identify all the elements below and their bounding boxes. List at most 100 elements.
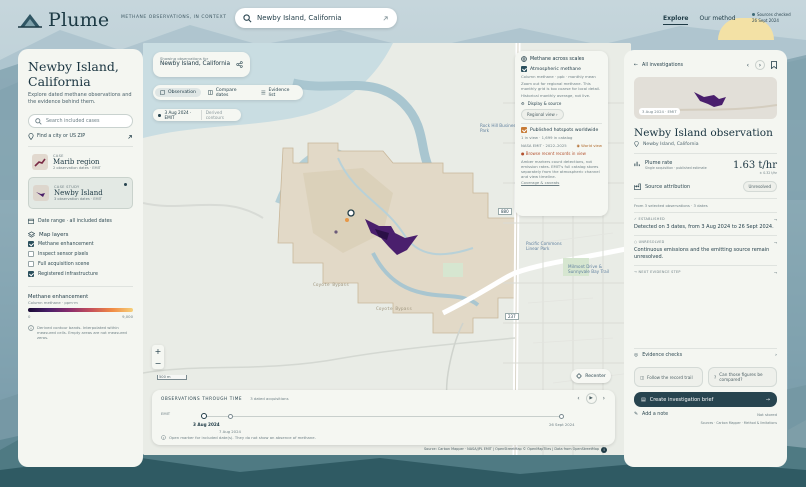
checkbox-acquisition[interactable] — [28, 261, 34, 267]
timeline-note-text: Open marker for included date(s). They d… — [169, 435, 316, 440]
browse-records-link[interactable]: ● Browse recent records in view — [521, 151, 602, 156]
hotspots-title: Published hotspots worldwide — [530, 127, 599, 133]
map-attribution: Source: Carbon Mapper · NASA/JPL EMIT | … — [424, 447, 600, 451]
prev-record-button[interactable]: ‹ — [747, 62, 749, 69]
timeline-panel: OBSERVATIONS THROUGH TIME 3 dated acquis… — [152, 390, 615, 445]
case-meta: 3 observation dates · EMIT — [54, 197, 102, 201]
date-range-filter[interactable]: Date range · all included dates — [28, 218, 133, 224]
right-panel-header: ← All investigations ‹ › — [634, 60, 777, 70]
evidence-summary: From 3 selected observations · 3 dates — [634, 203, 708, 208]
context-chip[interactable]: Showing observations for Newby Island, C… — [153, 52, 250, 77]
active-date-chip[interactable]: 3 Aug 2024 · EMIT Derived contours — [153, 109, 241, 121]
timeline-controls: ‹ ▶ › — [577, 393, 605, 404]
nav-method[interactable]: Our method — [699, 15, 735, 25]
attribution-row: Source attribution Unresolved — [634, 181, 777, 192]
arrow-right-icon: → — [765, 396, 770, 403]
location-search[interactable]: Newby Island, California — [235, 8, 397, 28]
active-date: 3 Aug 2024 · EMIT — [164, 110, 192, 120]
hotspots-meta: NASA EMIT · 2022–2025 — [521, 143, 567, 148]
layer-sensor-pixels[interactable]: Inspect sensor pixels — [28, 251, 133, 257]
atm-toggle[interactable]: Atmospheric methane — [521, 66, 602, 72]
search-icon — [35, 117, 42, 125]
main-nav: Explore Our method — [663, 15, 736, 25]
coverage-link[interactable]: Coverage & caveats — [521, 180, 602, 185]
evidence-checks-row[interactable]: ◎ Evidence checks › — [634, 353, 777, 358]
info-icon[interactable]: i — [601, 447, 607, 453]
recenter-button[interactable]: Recenter — [571, 369, 611, 383]
share-icon[interactable] — [236, 61, 243, 68]
checkbox-hotspots[interactable] — [521, 127, 527, 133]
arrow-up-right-icon[interactable] — [382, 15, 389, 22]
checkbox-atmospheric[interactable] — [521, 66, 527, 72]
follow-record-button[interactable]: ◫ Follow the record trail — [634, 367, 703, 387]
prev-date-button[interactable]: ‹ — [577, 395, 579, 402]
case-thumbnail — [32, 154, 48, 170]
next-record-button[interactable]: › — [755, 60, 765, 70]
timeline-date: 26 Sept 2024 — [549, 422, 575, 427]
world-view-button[interactable]: ◉ World view — [577, 143, 602, 148]
road-shield: 880 — [498, 208, 512, 215]
rate-sub: Single acquisition · published estimate — [645, 166, 707, 170]
regional-view-button[interactable]: Regional view › — [521, 109, 564, 120]
add-note-label: Add a note — [642, 412, 669, 417]
legend-note: Derived contour bands. Interpolated with… — [28, 325, 133, 340]
display-source: Display & source — [527, 101, 562, 106]
note-row: ✎ Add a note Not stored — [634, 412, 777, 417]
timeline-track[interactable] — [202, 416, 562, 417]
case-card-newby[interactable]: CASE STUDY Newby Island 3 observation da… — [28, 177, 133, 209]
next-date-button[interactable]: › — [603, 395, 605, 402]
scales-heading: Methane across scales — [521, 56, 602, 62]
checkbox-infrastructure[interactable] — [28, 271, 34, 277]
sources-date: 26 Sept 2024 — [752, 18, 779, 23]
gear-icon: ⚙ — [521, 101, 525, 106]
legend-subtitle: Column methane · ppm·m — [28, 300, 78, 305]
add-note-button[interactable]: ✎ Add a note — [634, 412, 668, 417]
next-step-kicker: NEXT EVIDENCE STEP — [638, 270, 681, 274]
layer-acquisition[interactable]: Full acquisition scene — [28, 261, 133, 267]
legend-min: 0 — [28, 314, 31, 319]
case-search-input[interactable]: Search included cases — [28, 114, 133, 128]
compare-figures-button[interactable]: ? Can those figures be compared? — [708, 367, 777, 387]
app-tagline: METHANE OBSERVATIONS, IN CONTEXT — [121, 15, 227, 20]
timeline-marker[interactable] — [559, 414, 564, 419]
create-brief-button[interactable]: ▤ Create investigation brief → — [634, 392, 777, 407]
checkbox-sensor-pixels[interactable] — [28, 251, 34, 257]
next-step-section[interactable]: → NEXT EVIDENCE STEP → — [634, 270, 777, 275]
established-section[interactable]: ✓ ESTABLISHED → — [634, 217, 777, 222]
back-to-investigations[interactable]: ← All investigations — [634, 63, 683, 68]
case-meta: 2 observation dates · EMIT — [53, 166, 101, 170]
zoom-in-button[interactable]: + — [155, 347, 162, 356]
calendar-icon — [28, 218, 34, 224]
layer-infrastructure[interactable]: Registered infrastructure — [28, 271, 133, 277]
map-place-label: Rock Hill Business Park — [480, 123, 518, 133]
search-input[interactable]: Newby Island, California — [257, 14, 377, 22]
sources-label: Sources checked — [757, 12, 791, 17]
layer-methane[interactable]: Methane enhancement — [28, 241, 133, 247]
logo[interactable]: Plume — [18, 9, 109, 31]
case-card-marib[interactable]: CASE Marib region 2 observation dates · … — [28, 152, 133, 172]
timeline-marker[interactable] — [228, 414, 233, 419]
tab-observation[interactable]: Observation — [155, 88, 201, 97]
unresolved-section[interactable]: ○ UNRESOLVED → — [634, 240, 777, 245]
tab-evidence-list[interactable]: Evidence list — [256, 86, 301, 100]
observation-thumbnail: 3 Aug 2024 · EMIT — [634, 77, 777, 119]
attribution-label: Source attribution — [645, 183, 691, 190]
zoom-out-button[interactable]: − — [155, 359, 162, 368]
nav-explore[interactable]: Explore — [663, 15, 689, 25]
display-source-toggle[interactable]: ⚙ Display & source — [521, 101, 602, 106]
hotspots-toggle[interactable]: Published hotspots worldwide — [521, 127, 602, 133]
tab-compare-dates[interactable]: Compare dates — [203, 86, 254, 100]
date-range-label: Date range · all included dates — [38, 218, 112, 224]
road-shield: 237 — [505, 313, 519, 320]
checkbox-methane[interactable] — [28, 241, 34, 247]
find-city-link[interactable]: Find a city or US ZIP — [28, 133, 133, 140]
bookmark-icon[interactable] — [771, 61, 777, 69]
pencil-icon: ✎ — [634, 412, 639, 417]
map-tabs: Observation Compare dates Evidence list — [153, 85, 303, 100]
timeline-marker-selected[interactable] — [201, 413, 207, 419]
factory-icon — [634, 183, 641, 190]
storage-status: Not stored — [757, 412, 777, 417]
timeline-note: Open marker for included date(s). They d… — [161, 435, 316, 440]
play-button[interactable]: ▶ — [585, 393, 597, 404]
scales-panel: Methane across scales Atmospheric methan… — [515, 51, 608, 216]
